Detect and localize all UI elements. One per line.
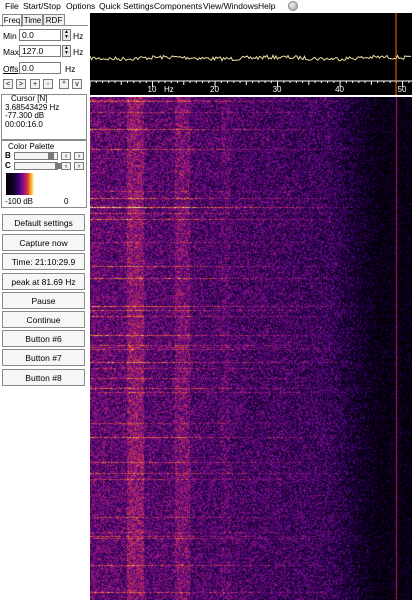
cursor-time: 00:00:16.0 [5, 119, 43, 129]
contrast-label: C [5, 161, 11, 170]
menu-start-stop[interactable]: Start/Stop [23, 1, 61, 11]
brightness-left-icon[interactable]: ‹ [61, 152, 71, 160]
pause-button[interactable]: Pause [2, 292, 85, 309]
offset-field[interactable]: 0.0 [19, 62, 61, 74]
menu-help[interactable]: Help [258, 1, 275, 11]
cursor-readout: Cursor [N] 3.68543429 Hz -77.300 dB 00:0… [1, 94, 87, 140]
brightness-slider-thumb[interactable] [48, 153, 54, 159]
max-unit: Hz [73, 47, 84, 57]
min-spinner[interactable]: ▲ ▼ [62, 29, 71, 41]
status-indicator-icon [288, 1, 298, 11]
contrast-slider[interactable] [14, 162, 61, 170]
menu-view-windows[interactable]: View/Windows [203, 1, 258, 11]
button-7[interactable]: Button #7 [2, 349, 85, 366]
peak-button[interactable]: peak at 81.69 Hz [2, 273, 85, 290]
min-label: Min [3, 31, 17, 41]
brightness-label: B [5, 151, 11, 160]
spectrum-trace [89, 54, 411, 63]
contrast-right-icon[interactable]: › [74, 162, 84, 170]
axis-unit-label: Hz [164, 85, 174, 94]
axis-tick-label: 10 [148, 85, 157, 94]
color-palette-bar[interactable] [6, 173, 34, 195]
max-spinner[interactable]: ▲ ▼ [62, 45, 71, 57]
spectrum-plot: 10 20 30 40 50 Hz [89, 13, 412, 95]
default-settings-button[interactable]: Default settings [2, 214, 85, 231]
offs-label: Offs [3, 64, 19, 74]
brightness-slider[interactable] [14, 152, 58, 160]
menu-options[interactable]: Options [66, 1, 95, 11]
palette-max-label: 0 [64, 197, 69, 206]
capture-now-button[interactable]: Capture now [2, 234, 85, 251]
scale-down-button[interactable]: v [72, 79, 82, 89]
continue-button[interactable]: Continue [2, 311, 85, 328]
min-unit: Hz [73, 31, 84, 41]
time-button[interactable]: Time: 21:10:29.9 [2, 253, 85, 270]
color-palette-panel: Color Palette B ‹ › C ‹ › -100 dB 0 [1, 140, 87, 208]
menu-file[interactable]: File [5, 1, 19, 11]
max-label: Max [3, 47, 20, 57]
frequency-axis-ticks: 10 20 30 40 50 [89, 81, 410, 94]
axis-tick-label: 20 [210, 85, 219, 94]
menu-bar: File Start/Stop Options Quick Settings C… [0, 0, 412, 13]
palette-min-label: -100 dB [5, 197, 34, 206]
menu-quick-settings[interactable]: Quick Settings [99, 1, 154, 11]
zoom-in-button[interactable]: + [30, 79, 40, 89]
palette-title: Color Palette [8, 142, 55, 151]
min-frequency-field[interactable]: 0.0 [19, 29, 61, 41]
control-panel: Freq Time RDF Min 0.0 ▲ ▼ Hz Max 127.0 ▲ ▼… [0, 13, 88, 600]
brightness-right-icon[interactable]: › [74, 152, 84, 160]
spectrum-display[interactable]: 10 20 30 40 50 Hz [89, 13, 412, 95]
button-6[interactable]: Button #6 [2, 330, 85, 347]
zoom-out-button[interactable]: - [43, 79, 53, 89]
contrast-left-icon[interactable]: ‹ [61, 162, 71, 170]
offs-unit: Hz [65, 64, 76, 74]
waterfall-image [90, 97, 412, 600]
axis-tick-label: 40 [335, 85, 344, 94]
max-frequency-field[interactable]: 127.0 [19, 45, 61, 57]
axis-tick-label: 30 [273, 85, 282, 94]
menu-components[interactable]: Components [154, 1, 202, 11]
scroll-right-button[interactable]: > [16, 79, 26, 89]
axis-tick-label: 50 [398, 85, 407, 94]
scale-up-button[interactable]: ^ [59, 79, 69, 89]
waterfall-display[interactable] [90, 97, 412, 600]
scroll-left-button[interactable]: < [3, 79, 13, 89]
tab-divider [0, 25, 88, 26]
button-8[interactable]: Button #8 [2, 369, 85, 386]
